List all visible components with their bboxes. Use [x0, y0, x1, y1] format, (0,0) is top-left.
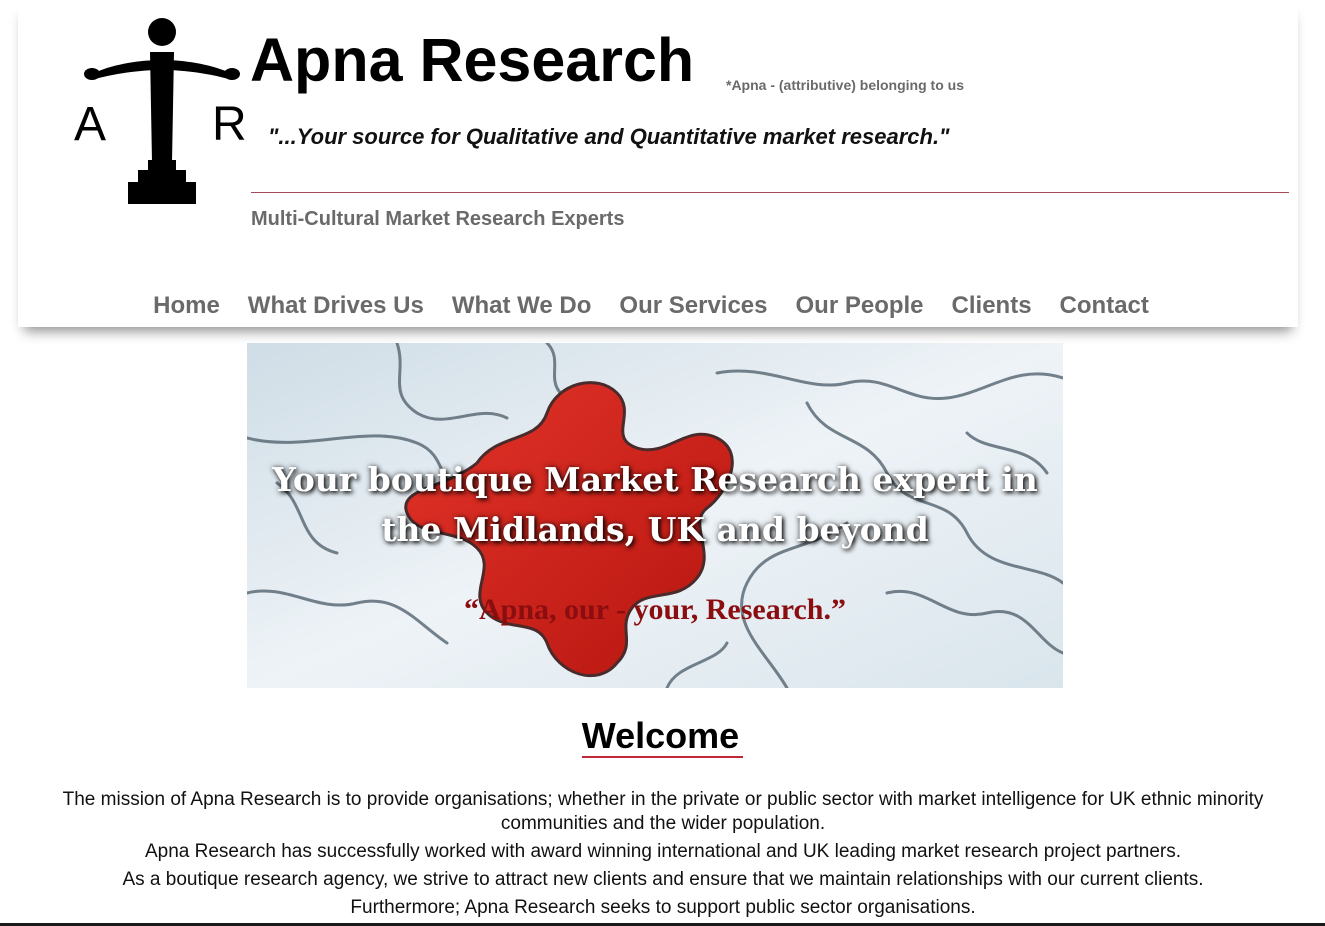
hero-headline-line1: Your boutique Market Research expert in: [272, 460, 1038, 499]
logo-letter-r: R: [212, 98, 247, 151]
intro-paragraph: As a boutique research agency, we strive…: [122, 869, 1204, 890]
intro-paragraph: Apna Research has successfully worked wi…: [144, 841, 1182, 862]
nav-home[interactable]: Home: [153, 290, 234, 322]
hero-motto: “Apna, our - your, Research.”: [464, 593, 846, 626]
header-subtitle: Multi-Cultural Market Research Experts: [251, 208, 625, 230]
title-footnote: *Apna - (attributive) belonging to us: [726, 77, 964, 93]
welcome-heading: Welcome: [581, 716, 744, 758]
nav-what-we-do[interactable]: What We Do: [438, 290, 606, 322]
apna-research-logo[interactable]: A R: [60, 12, 250, 207]
page: A R Apna Research *Apna - (attributive) …: [0, 0, 1325, 926]
main-nav: Home What Drives Us What We Do Our Servi…: [18, 290, 1298, 322]
hero-banner: Your boutique Market Research expert in …: [247, 343, 1063, 688]
logo-letter-a: A: [74, 98, 106, 151]
intro-paragraph: The mission of Apna Research is to provi…: [62, 789, 1264, 834]
header-divider: [251, 192, 1289, 193]
nav-clients[interactable]: Clients: [938, 290, 1046, 322]
nav-contact[interactable]: Contact: [1046, 290, 1163, 322]
intro-text: The mission of Apna Research is to provi…: [18, 788, 1308, 924]
intro-paragraph: Furthermore; Apna Research seeks to supp…: [350, 897, 976, 918]
welcome-heading-wrap: Welcome: [0, 716, 1325, 758]
hero-headline: Your boutique Market Research expert in …: [247, 455, 1063, 555]
nav-our-people[interactable]: Our People: [782, 290, 938, 322]
site-title: Apna Research: [250, 26, 695, 94]
hero-headline-line2: the Midlands, UK and beyond: [381, 510, 929, 549]
nav-our-services[interactable]: Our Services: [605, 290, 781, 322]
nav-what-drives-us[interactable]: What Drives Us: [234, 290, 438, 322]
site-header: A R Apna Research *Apna - (attributive) …: [18, 0, 1298, 327]
tagline: "...Your source for Qualitative and Quan…: [268, 124, 950, 149]
